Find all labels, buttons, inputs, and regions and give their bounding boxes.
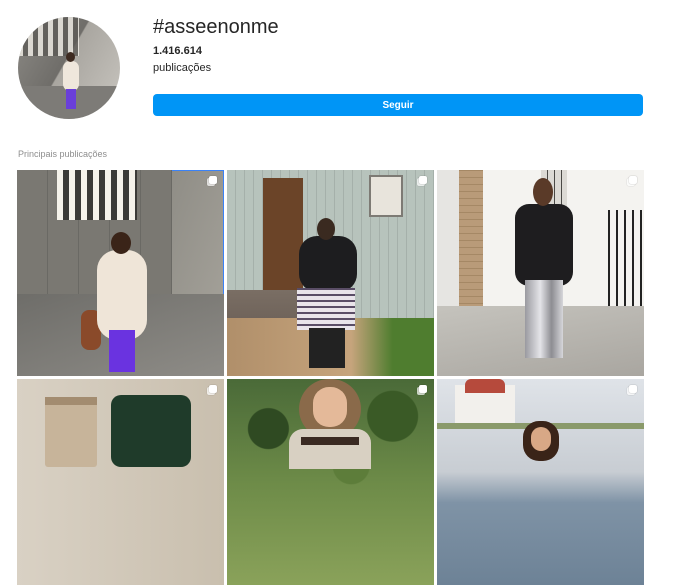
post-tile[interactable]: [17, 170, 224, 376]
post-tile[interactable]: [437, 379, 644, 585]
post-count-label: publicações: [153, 62, 212, 74]
photo-scene: [515, 204, 573, 286]
photo-scene: [525, 280, 563, 358]
photo-scene: [97, 250, 147, 340]
hashtag-title: #asseenonme: [153, 16, 279, 38]
photo-scene: [369, 175, 403, 217]
post-tile[interactable]: [227, 170, 434, 376]
avatar-photo-figure: [63, 61, 79, 91]
photo-scene: [313, 387, 347, 427]
photo-scene: [533, 178, 553, 206]
carousel-icon: [417, 176, 428, 187]
avatar-photo-light: [18, 17, 80, 56]
photo-scene: [45, 397, 97, 467]
avatar-photo-figure-legs: [66, 89, 76, 109]
post-count: 1.416.614: [153, 45, 202, 57]
photo-scene: [263, 178, 303, 298]
photo-scene: [45, 397, 97, 405]
photo-scene: [111, 232, 131, 254]
carousel-icon: [207, 176, 218, 187]
photo-scene: [465, 379, 505, 393]
photo-scene: [297, 288, 355, 330]
hashtag-avatar[interactable]: [18, 17, 120, 119]
follow-button[interactable]: Seguir: [153, 94, 643, 116]
post-tile[interactable]: [437, 170, 644, 376]
photo-scene: [531, 427, 551, 451]
photo-scene: [317, 218, 335, 240]
carousel-icon: [627, 385, 638, 396]
carousel-icon: [207, 385, 218, 396]
photo-scene: [57, 170, 137, 220]
photo-scene: [111, 395, 191, 467]
top-posts-heading: Principais publicações: [18, 149, 108, 159]
posts-grid: [17, 170, 644, 585]
photo-scene: [109, 330, 135, 372]
carousel-icon: [417, 385, 428, 396]
photo-scene: [289, 429, 371, 469]
avatar-photo-figure-head: [66, 52, 75, 62]
photo-scene: [459, 170, 483, 310]
photo-scene: [301, 437, 359, 445]
carousel-icon: [627, 176, 638, 187]
photo-scene: [309, 328, 345, 368]
photo-scene: [608, 210, 644, 320]
post-tile[interactable]: [17, 379, 224, 585]
post-tile[interactable]: [227, 379, 434, 585]
photo-scene: [299, 236, 357, 292]
